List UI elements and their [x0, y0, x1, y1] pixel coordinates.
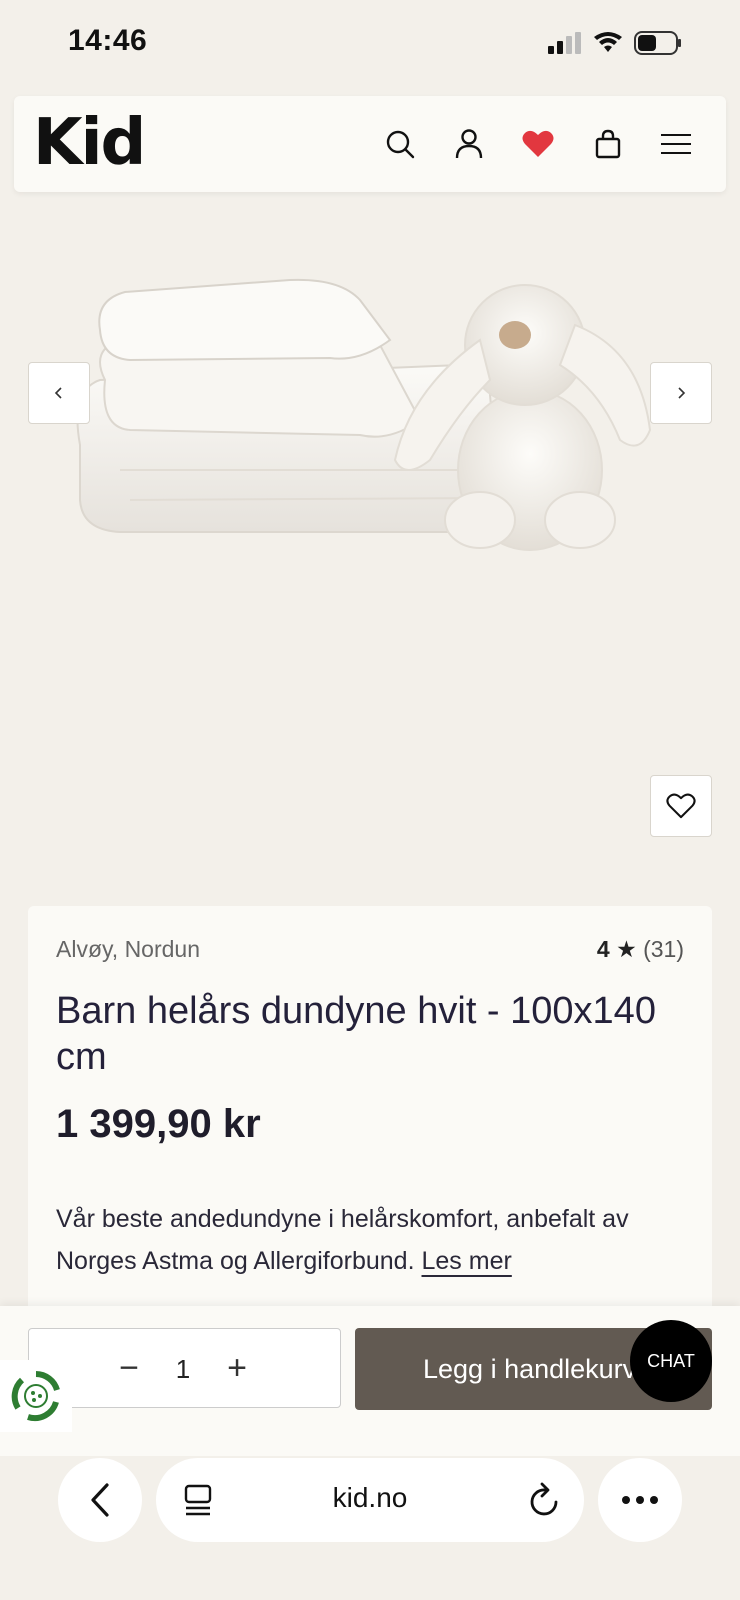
url-text: kid.no [332, 1482, 408, 1513]
buy-bar: − 1 + Legg i handlekurv CHAT [0, 1306, 740, 1456]
prev-arrow-icon [54, 387, 62, 399]
wifi-icon [594, 32, 622, 52]
signal-icon [548, 32, 581, 54]
product-info-card: Alvøy, Nordun 4 ★ (31) Barn helårs dundy… [28, 906, 712, 1326]
bag-icon[interactable] [586, 122, 630, 166]
status-icons [548, 28, 682, 58]
product-price: 1 399,90 kr [56, 1102, 261, 1146]
star-icon: ★ [616, 936, 637, 962]
heart-outline-icon [666, 793, 696, 819]
quantity-stepper: − 1 + [28, 1328, 341, 1408]
reload-icon[interactable] [528, 1482, 562, 1518]
decrease-quantity-button[interactable]: − [109, 1349, 149, 1389]
address-bar[interactable]: kid.no [156, 1458, 584, 1542]
browser-more-button[interactable] [598, 1458, 682, 1542]
search-icon[interactable] [378, 122, 422, 166]
status-bar: 14:46 [0, 0, 740, 84]
description-text: Vår beste andedundyne i helårskomfort, a… [56, 1205, 629, 1275]
product-title: Barn helårs dundyne hvit - 100x140 cm [56, 990, 656, 1078]
recycle-badge[interactable] [0, 1360, 72, 1432]
product-gallery [0, 200, 740, 890]
quantity-value[interactable]: 1 [163, 1349, 203, 1389]
heart-icon[interactable] [516, 122, 560, 166]
recycle-icon [11, 1371, 60, 1422]
read-more-link[interactable]: Les mer [422, 1247, 512, 1275]
kid-logo[interactable]: Kid [33, 106, 146, 180]
next-arrow-icon [678, 387, 686, 399]
battery-icon [634, 31, 681, 55]
product-rating[interactable]: 4 ★ (31) [597, 936, 684, 963]
product-description: Vår beste andedundyne i helårskomfort, a… [56, 1198, 686, 1282]
user-icon[interactable] [447, 122, 491, 166]
add-to-wishlist-button[interactable] [650, 775, 712, 837]
menu-icon[interactable] [654, 122, 698, 166]
gallery-next-button[interactable] [650, 362, 712, 424]
status-time: 14:46 [68, 24, 148, 57]
back-arrow-icon [91, 1483, 109, 1517]
browser-toolbar: kid.no [0, 1456, 740, 1600]
browser-back-button[interactable] [58, 1458, 142, 1542]
gallery-prev-button[interactable] [28, 362, 90, 424]
more-dots-icon [622, 1496, 658, 1504]
site-header: Kid [14, 96, 726, 192]
increase-quantity-button[interactable]: + [217, 1349, 257, 1389]
product-image [76, 278, 652, 551]
rating-value: 4 [596, 936, 610, 962]
rating-count: (31) [643, 936, 684, 962]
product-brand[interactable]: Alvøy, Nordun [56, 936, 200, 963]
chat-button[interactable]: CHAT [630, 1320, 712, 1402]
